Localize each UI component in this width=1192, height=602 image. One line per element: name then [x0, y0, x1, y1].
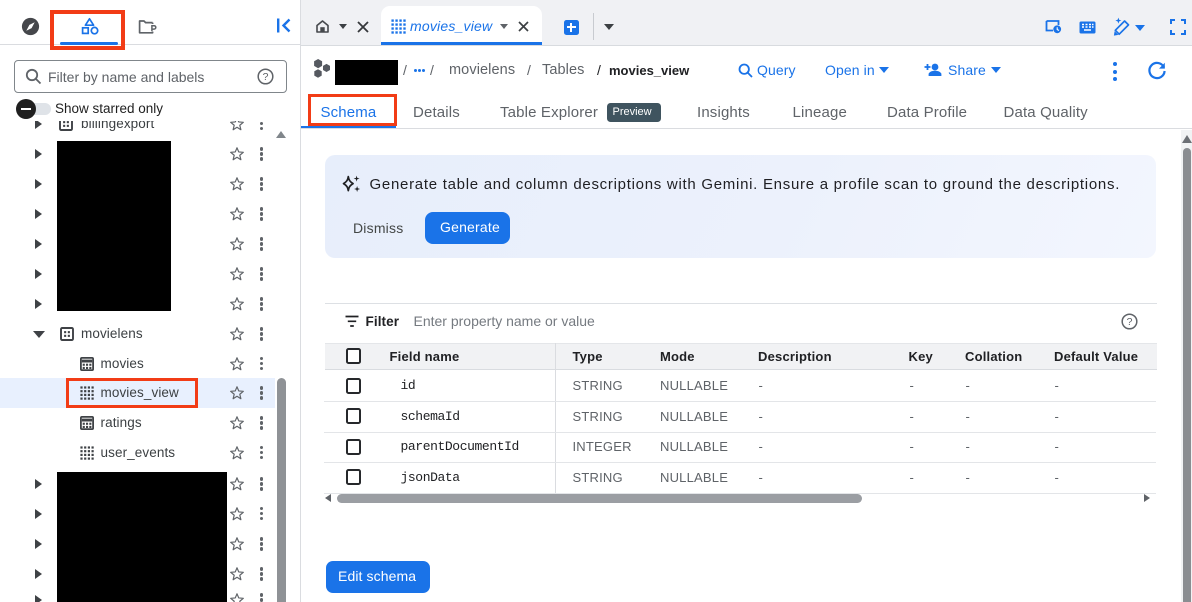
svg-text:?: ?: [263, 71, 269, 83]
svg-text:?: ?: [1127, 316, 1133, 328]
